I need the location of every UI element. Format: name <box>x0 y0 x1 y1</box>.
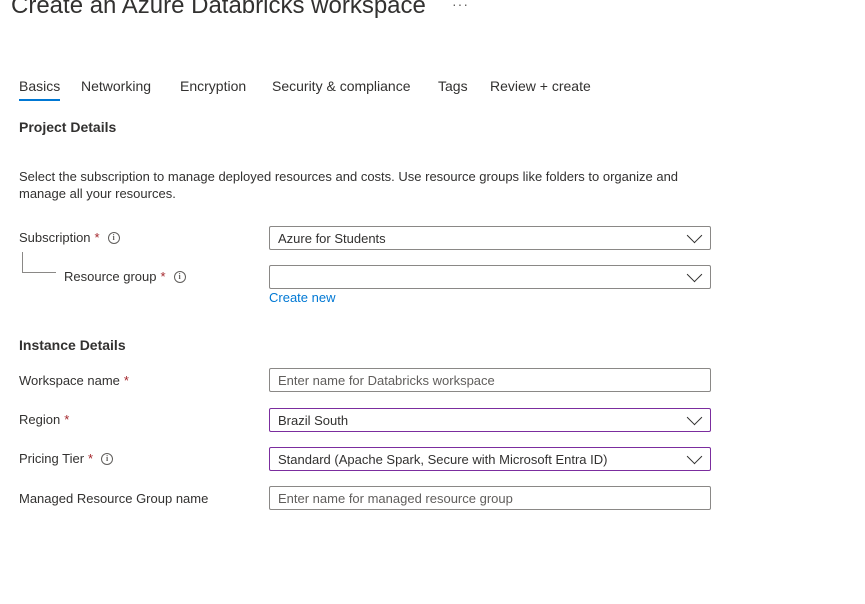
create-new-resource-group-link[interactable]: Create new <box>269 290 335 305</box>
workspace-name-input[interactable] <box>269 368 711 392</box>
chevron-down-icon <box>686 227 703 243</box>
tree-connector <box>22 252 56 273</box>
required-marker: * <box>64 412 70 427</box>
project-details-heading: Project Details <box>19 119 117 135</box>
chevron-down-icon <box>686 448 703 464</box>
workspace-name-label-text: Workspace name <box>19 373 120 388</box>
region-value: Brazil South <box>278 412 349 428</box>
chevron-down-icon <box>686 266 703 282</box>
tab-basics[interactable]: Basics <box>19 78 61 101</box>
required-marker: * <box>123 373 129 388</box>
tab-security-compliance[interactable]: Security & compliance <box>272 78 411 100</box>
tab-encryption[interactable]: Encryption <box>180 78 246 100</box>
managed-rg-input[interactable] <box>269 486 711 510</box>
info-icon[interactable]: i <box>107 231 120 244</box>
subscription-label: Subscription * i <box>19 230 120 245</box>
info-icon[interactable]: i <box>173 270 186 283</box>
region-label: Region * <box>19 412 69 427</box>
tab-tags[interactable]: Tags <box>438 78 468 100</box>
instance-details-heading: Instance Details <box>19 337 126 353</box>
subscription-value: Azure for Students <box>278 230 386 246</box>
subscription-label-text: Subscription <box>19 230 91 245</box>
required-marker: * <box>94 230 100 245</box>
more-options-icon[interactable]: ··· <box>452 0 469 12</box>
region-label-text: Region <box>19 412 61 427</box>
resource-group-label-text: Resource group <box>64 269 157 284</box>
chevron-down-icon <box>686 409 703 425</box>
workspace-name-label: Workspace name * <box>19 373 129 388</box>
pricing-tier-value: Standard (Apache Spark, Secure with Micr… <box>278 451 608 467</box>
required-marker: * <box>88 451 94 466</box>
resource-group-label: Resource group * i <box>64 269 186 284</box>
pricing-tier-label: Pricing Tier * i <box>19 451 114 466</box>
info-icon[interactable]: i <box>101 452 114 465</box>
managed-rg-label: Managed Resource Group name <box>19 491 208 506</box>
region-dropdown[interactable]: Brazil South <box>269 408 711 432</box>
tab-review-create[interactable]: Review + create <box>490 78 591 100</box>
required-marker: * <box>160 269 166 284</box>
project-description: Select the subscription to manage deploy… <box>19 169 679 201</box>
subscription-dropdown[interactable]: Azure for Students <box>269 226 711 250</box>
resource-group-dropdown[interactable] <box>269 265 711 289</box>
page-title: Create an Azure Databricks workspace <box>11 0 426 19</box>
managed-rg-label-text: Managed Resource Group name <box>19 491 209 506</box>
pricing-tier-dropdown[interactable]: Standard (Apache Spark, Secure with Micr… <box>269 447 711 471</box>
tab-networking[interactable]: Networking <box>81 78 151 100</box>
pricing-tier-label-text: Pricing Tier <box>19 451 85 466</box>
